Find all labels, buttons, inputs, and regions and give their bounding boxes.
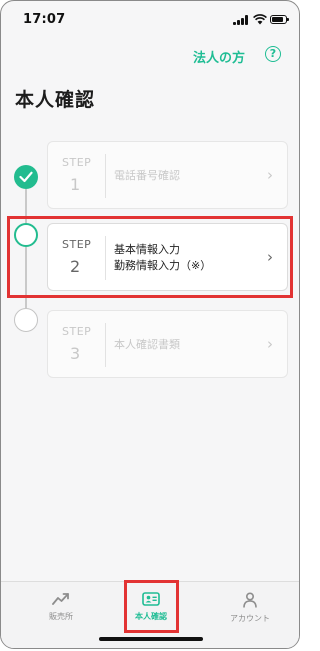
help-icon[interactable]: ? — [265, 46, 281, 62]
step-pending-circle-icon — [14, 308, 38, 332]
step-number: 3 — [70, 344, 81, 363]
step-label: STEP — [62, 325, 92, 338]
home-indicator[interactable] — [99, 637, 203, 641]
step-number: 1 — [70, 175, 81, 194]
highlight-box — [7, 216, 293, 298]
card-divider — [105, 323, 106, 367]
card-divider — [105, 154, 106, 198]
step-card-1[interactable]: STEP 1 電話番号確認 › — [47, 141, 288, 209]
phone-screen: 17:07 法人の方 ? 本人確認 STEP 1 電話番号確認 › STEP 2… — [0, 0, 300, 649]
page-title: 本人確認 — [15, 89, 96, 111]
cellular-signal-icon — [233, 15, 249, 25]
tab-exchange[interactable]: 販売所 — [21, 582, 101, 622]
trend-up-icon — [52, 593, 69, 605]
status-bar: 17:07 — [1, 1, 299, 37]
step-card-3[interactable]: STEP 3 本人確認書類 › — [47, 310, 288, 378]
chevron-right-icon: › — [267, 335, 273, 353]
tab-label: 販売所 — [49, 612, 73, 621]
corporate-link[interactable]: 法人の方 — [193, 47, 245, 66]
wifi-icon — [253, 14, 267, 25]
tab-account[interactable]: アカウント — [210, 582, 290, 624]
tab-label: アカウント — [230, 614, 270, 623]
step-description: 電話番号確認 — [114, 169, 180, 182]
step-label: STEP — [62, 156, 92, 169]
step-description: 本人確認書類 — [114, 338, 180, 351]
step-completed-check-icon — [14, 165, 38, 189]
status-time: 17:07 — [23, 12, 66, 27]
tab-highlight-box — [124, 580, 179, 633]
chevron-right-icon: › — [267, 166, 273, 184]
person-icon — [243, 592, 257, 608]
battery-icon — [270, 15, 289, 24]
